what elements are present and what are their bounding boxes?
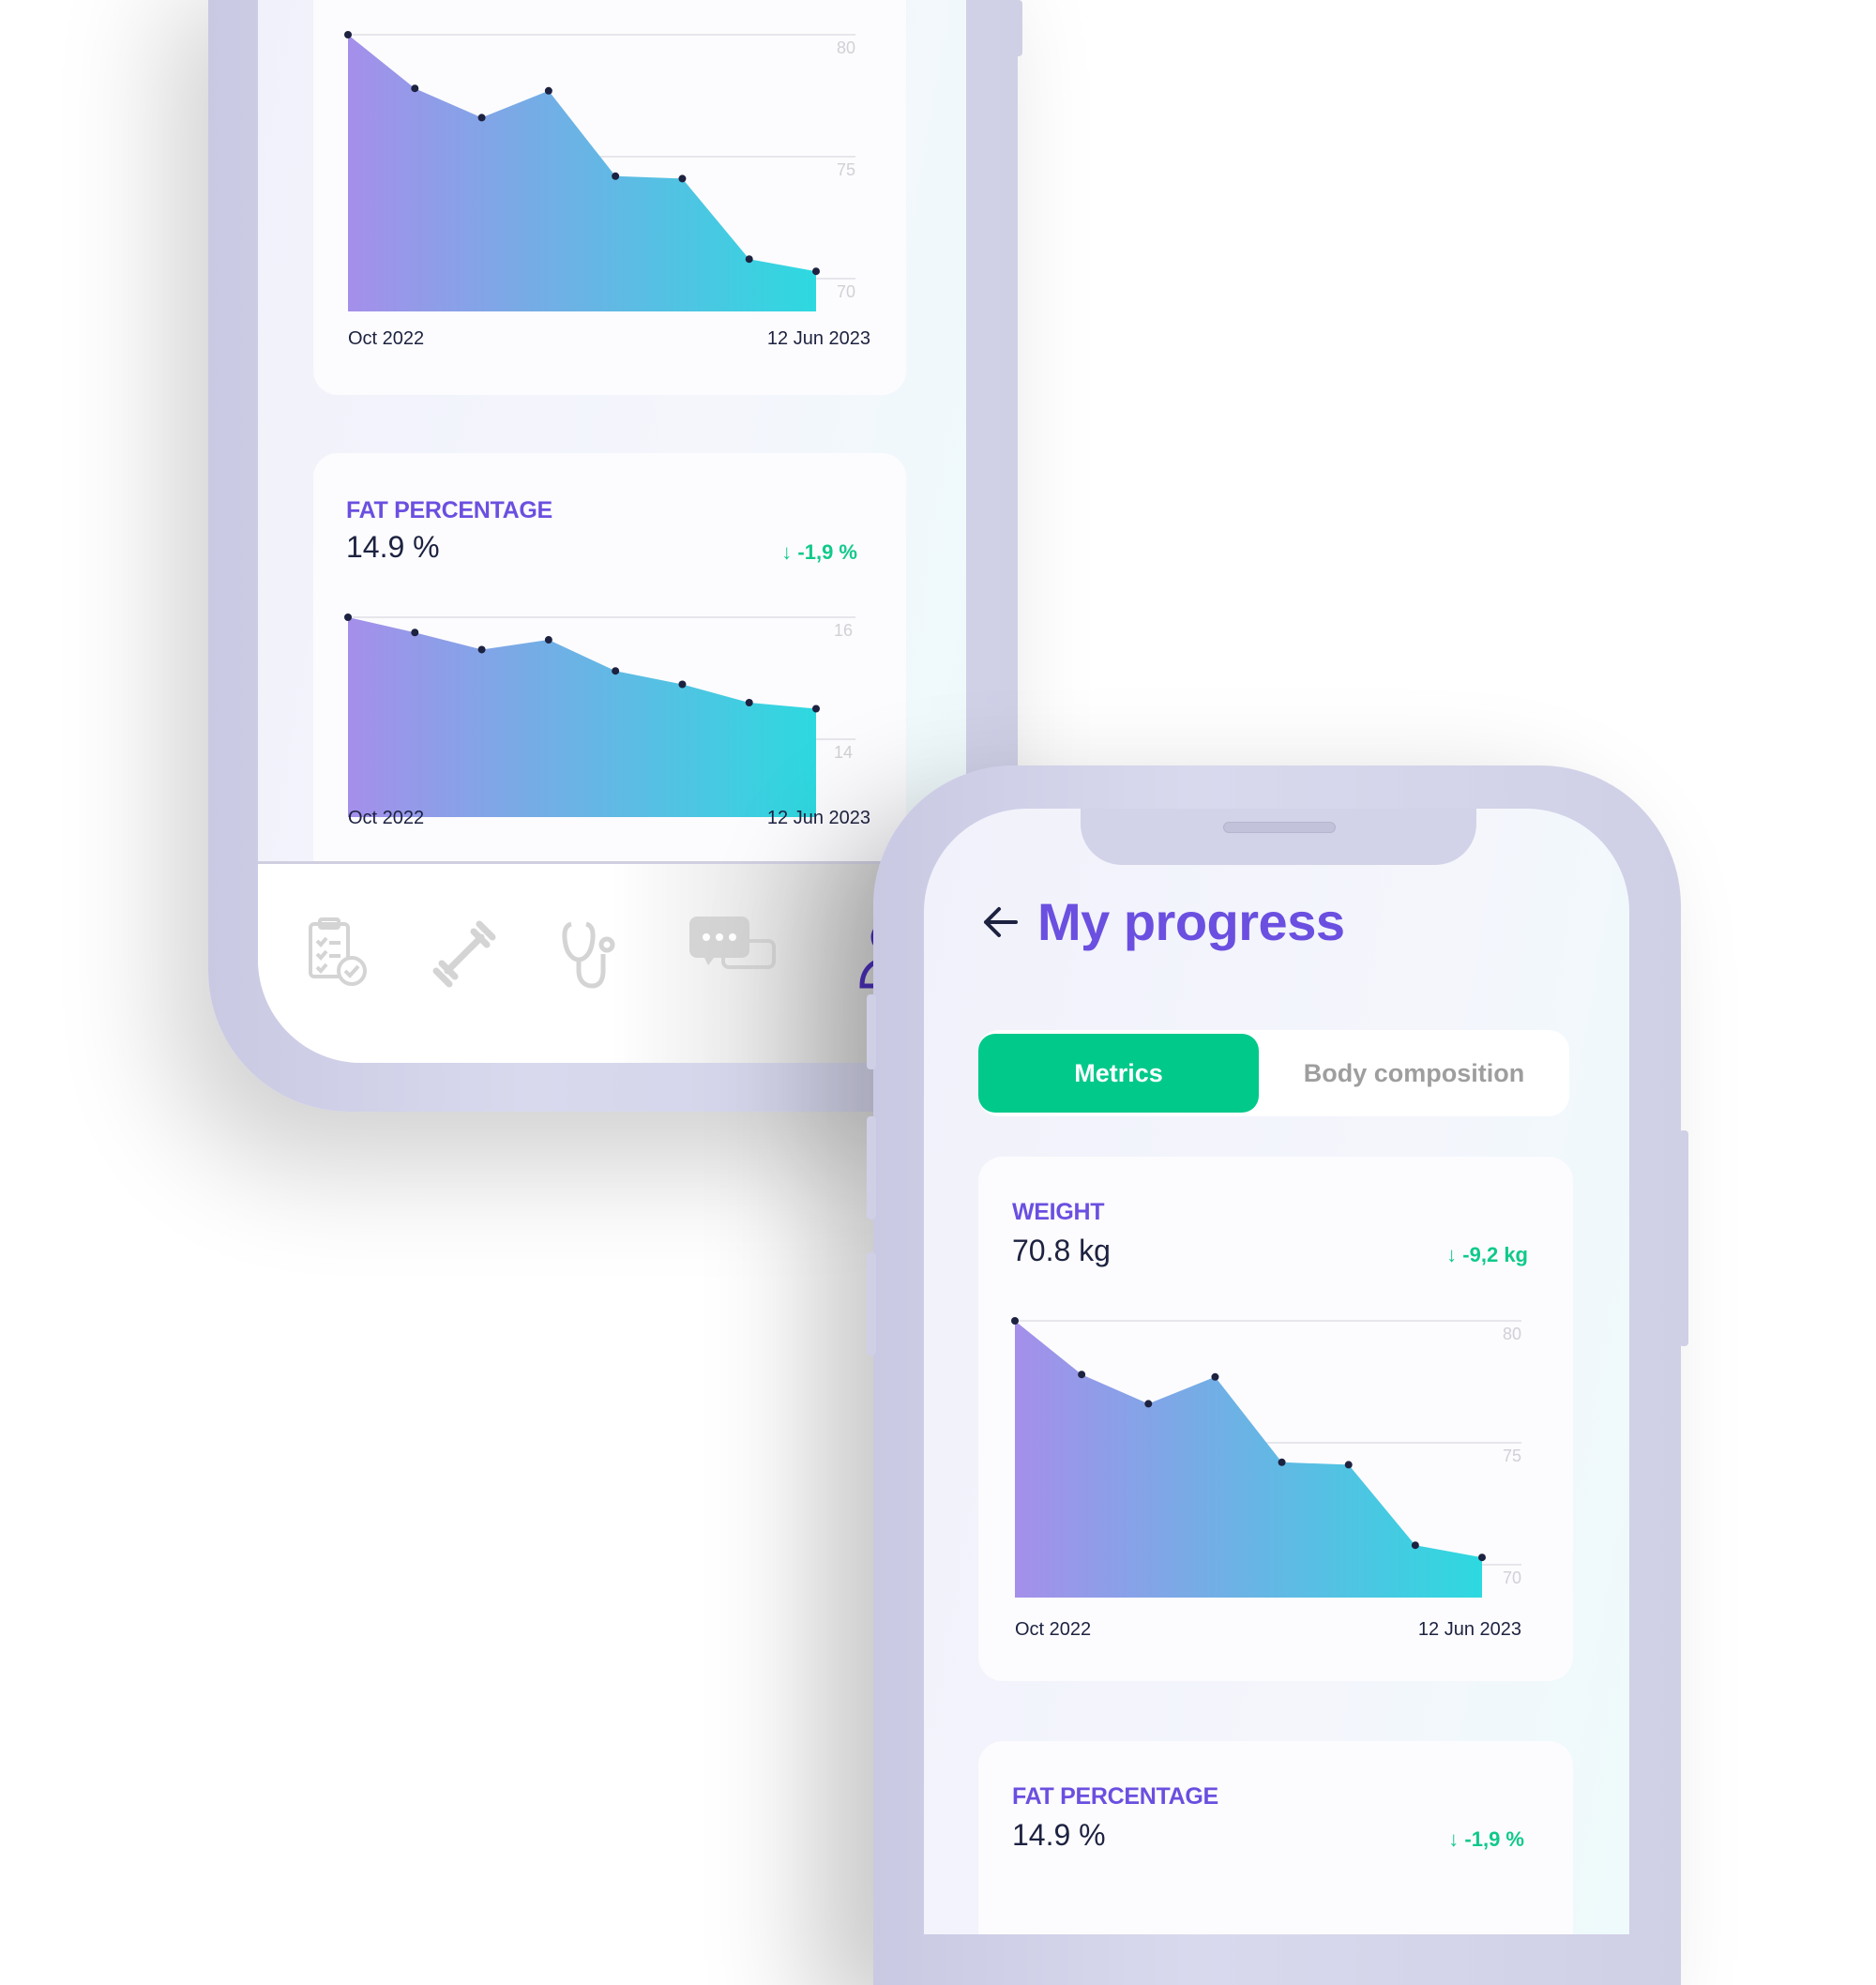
- data-point: [1011, 1317, 1019, 1325]
- weight-card: 80 75 70 Oct 2022 12 Jun 2023: [313, 0, 906, 395]
- page-title: My progress: [1037, 892, 1345, 951]
- speaker-grille: [1223, 822, 1336, 833]
- data-point: [1344, 1461, 1353, 1469]
- dumbbell-icon[interactable]: [427, 917, 502, 992]
- x-start-label: Oct 2022: [1015, 1619, 1092, 1640]
- y-tick-label: 80: [837, 38, 855, 57]
- metric-value: 14.9 %: [346, 530, 440, 564]
- clipboard-check-icon[interactable]: [305, 917, 380, 992]
- data-point: [344, 31, 352, 38]
- chat-bubbles-icon[interactable]: [688, 911, 781, 986]
- back-phone-side-button: [1013, 0, 1022, 56]
- data-point: [544, 86, 552, 95]
- data-point: [612, 172, 620, 180]
- area-series: [348, 617, 816, 817]
- notch: [1081, 809, 1476, 865]
- area-series: [1015, 1321, 1482, 1598]
- fat-percentage-card: FAT PERCENTAGE 14.9 % ↓ -1,9 %: [978, 1741, 1573, 1934]
- front-phone-screen: My progress Metrics Body composition WEI…: [924, 809, 1629, 1934]
- data-point: [411, 629, 419, 637]
- data-point: [1144, 1400, 1153, 1408]
- y-tick-label: 75: [837, 160, 855, 179]
- x-start-label: Oct 2022: [348, 808, 425, 828]
- data-point: [745, 699, 753, 706]
- data-point: [612, 667, 620, 675]
- weight-chart: 80 75 70: [1011, 1317, 1521, 1598]
- volume-button: [867, 1116, 876, 1220]
- back-phone-screen: 80 75 70 Oct 2022 12 Jun 2023 FAT PERCENTA…: [258, 0, 966, 1063]
- data-point: [812, 705, 820, 713]
- tab-metrics[interactable]: Metrics: [978, 1034, 1259, 1113]
- data-point: [745, 255, 753, 264]
- y-tick-label: 70: [1503, 1568, 1521, 1587]
- arrow-down-icon: ↓: [781, 540, 798, 564]
- data-point: [544, 636, 552, 644]
- y-tick-label: 80: [1503, 1325, 1521, 1343]
- metric-delta: ↓ -1,9 %: [781, 540, 857, 564]
- metric-label: FAT PERCENTAGE: [346, 497, 552, 523]
- x-end-label: 12 Jun 2023: [766, 808, 870, 828]
- data-point: [344, 614, 352, 621]
- data-point: [477, 114, 486, 122]
- y-tick-label: 70: [837, 282, 855, 301]
- weight-card: WEIGHT 70.8 kg ↓ -9,2 kg 80 75 70 Oct 2022…: [978, 1157, 1573, 1681]
- data-point: [477, 645, 486, 654]
- tab-bar: Metrics Body composition: [978, 1030, 1569, 1116]
- y-tick-label: 75: [1503, 1447, 1521, 1465]
- data-point: [1478, 1553, 1486, 1562]
- y-tick-label: 16: [834, 621, 853, 640]
- volume-button: [867, 1252, 876, 1356]
- bottom-nav: [258, 861, 966, 1063]
- data-point: [1278, 1458, 1286, 1466]
- arrow-down-icon: ↓: [1448, 1827, 1465, 1851]
- x-end-label: 12 Jun 2023: [1417, 1619, 1521, 1640]
- x-start-label: Oct 2022: [348, 328, 425, 349]
- data-point: [678, 680, 687, 689]
- data-point: [678, 174, 687, 183]
- data-point: [1211, 1372, 1219, 1381]
- metric-label: FAT PERCENTAGE: [1012, 1783, 1218, 1810]
- front-phone-side-button: [1679, 1130, 1688, 1346]
- data-point: [1411, 1541, 1419, 1550]
- area-series: [348, 35, 816, 311]
- data-point: [812, 267, 820, 276]
- x-end-label: 12 Jun 2023: [766, 328, 870, 349]
- volume-button: [867, 994, 876, 1069]
- tab-body-composition[interactable]: Body composition: [1259, 1034, 1569, 1113]
- stethoscope-icon[interactable]: [558, 917, 633, 992]
- arrow-left-icon[interactable]: [982, 905, 1020, 939]
- y-tick-label: 14: [834, 743, 853, 762]
- data-point: [411, 84, 419, 93]
- metric-delta: ↓ -1,9 %: [1448, 1827, 1524, 1851]
- data-point: [1078, 1371, 1086, 1379]
- metric-value: 14.9 %: [1012, 1818, 1106, 1852]
